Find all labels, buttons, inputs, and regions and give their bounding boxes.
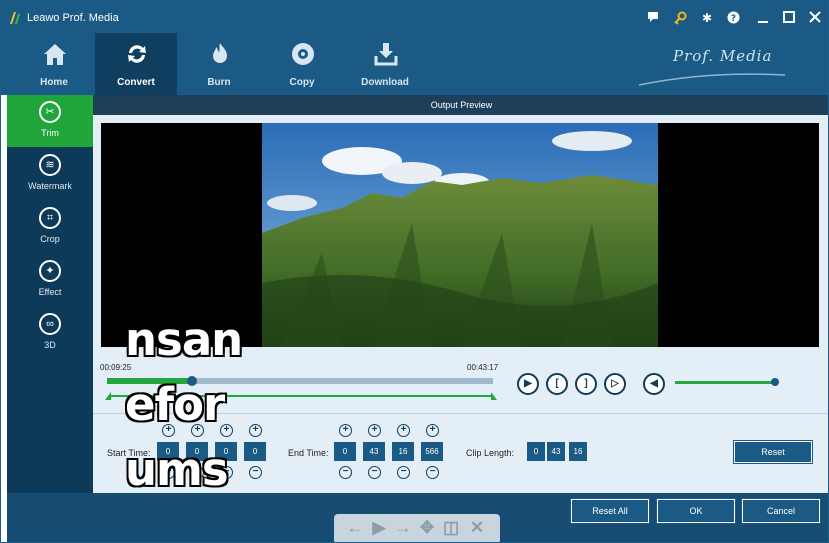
nav-download[interactable]: Download [344, 33, 426, 95]
volume-slider[interactable] [675, 381, 775, 384]
nav-burn[interactable]: Burn [178, 33, 260, 95]
clip-sec-value: 16 [569, 442, 587, 461]
title-bar: Leawo Prof. Media ✱ ? [1, 1, 828, 33]
clip-hour-value: 0 [527, 442, 545, 461]
window-title: Leawo Prof. Media [27, 12, 119, 24]
overlay-text-1: nsan [124, 313, 244, 366]
arrow-left-icon[interactable]: ← [346, 519, 364, 537]
nav-label: Burn [207, 77, 231, 88]
home-icon [44, 44, 66, 65]
video-frame [262, 123, 658, 347]
sidebar-item-label: Trim [41, 128, 59, 138]
mark-in-button[interactable]: [ [546, 373, 568, 395]
start-ms-field[interactable]: 0 [244, 442, 266, 461]
nav-label: Copy [289, 77, 315, 88]
sidebar-item-watermark[interactable]: ≋ Watermark [7, 148, 93, 200]
minimize-icon[interactable] [755, 11, 771, 27]
overlay-text-2: efor [124, 378, 226, 431]
end-min-field[interactable]: 43 [363, 442, 385, 461]
end-hour-minus-button[interactable]: − [339, 466, 352, 479]
watermark-icon: ≋ [39, 154, 61, 176]
preview-header: Output Preview [93, 95, 828, 115]
end-min-minus-button[interactable]: − [368, 466, 381, 479]
end-ms-minus-button[interactable]: − [426, 466, 439, 479]
brand-logo-text: Prof. Media [673, 47, 773, 65]
reset-button[interactable]: Reset [733, 440, 813, 464]
nav-copy[interactable]: Copy [261, 33, 343, 95]
app-window: Leawo Prof. Media ✱ ? Home Convert Burn … [0, 0, 829, 543]
overlay-text-3: ums [124, 443, 230, 496]
convert-icon [128, 45, 146, 63]
sidebar-item-label: Crop [40, 234, 60, 244]
ok-button[interactable]: OK [656, 498, 736, 524]
close-icon[interactable] [807, 11, 823, 27]
mark-out-button[interactable]: ] [575, 373, 597, 395]
svg-text:?: ? [730, 14, 735, 24]
edit-sidebar: ✂ Trim ≋ Watermark ⌗ Crop ✦ Effect ∞ 3D [7, 95, 93, 493]
end-ms-field[interactable]: 566 [421, 442, 443, 461]
reset-all-button[interactable]: Reset All [570, 498, 650, 524]
volume-handle[interactable] [771, 378, 779, 386]
play-arrow-icon[interactable]: ▶ [370, 519, 388, 537]
scissors-icon: ✂ [39, 101, 61, 123]
sidebar-item-3d[interactable]: ∞ 3D [7, 307, 93, 359]
copy-icon [292, 43, 314, 65]
end-hour-plus-button[interactable]: + [339, 424, 352, 437]
nav-label: Convert [117, 77, 155, 88]
end-sec-minus-button[interactable]: − [397, 466, 410, 479]
sidebar-item-label: Effect [38, 287, 62, 297]
gear-icon[interactable]: ✱ [699, 11, 715, 27]
start-ms-minus-button[interactable]: − [249, 466, 262, 479]
trim-content: Output Preview 00:09:25 00:43:17 ▶ [] ▷… [93, 95, 828, 493]
end-ms-plus-button[interactable]: + [426, 424, 439, 437]
move-icon[interactable]: ✥ [418, 519, 436, 537]
crop-icon: ⌗ [39, 207, 61, 229]
nav-convert[interactable]: Convert [95, 33, 177, 95]
floating-edit-toolbar: ← ▶ → ✥ ◫ ✕ [334, 514, 500, 542]
next-frame-button[interactable]: ▷ [604, 373, 626, 395]
nav-label: Download [361, 77, 409, 88]
effect-icon: ✦ [39, 260, 61, 282]
sidebar-item-label: Watermark [28, 181, 72, 191]
nav-label: Home [40, 77, 68, 88]
end-time-label: End Time: [288, 448, 329, 458]
sidebar-item-effect[interactable]: ✦ Effect [7, 254, 93, 306]
play-button[interactable]: ▶ [517, 373, 539, 395]
crop-tool-icon[interactable]: ◫ [442, 519, 460, 537]
maximize-icon[interactable] [781, 11, 797, 27]
sidebar-item-trim[interactable]: ✂ Trim [7, 95, 93, 147]
arrow-right-icon[interactable]: → [394, 519, 412, 537]
brand-swoosh [638, 73, 786, 86]
end-hour-field[interactable]: 0 [334, 442, 356, 461]
help-icon[interactable]: ? [725, 11, 741, 27]
volume-icon[interactable]: ◀ [643, 373, 665, 395]
time-end: 00:43:17 [467, 363, 499, 372]
key-icon[interactable] [672, 11, 688, 27]
clip-min-value: 43 [547, 442, 565, 461]
main-nav: Home Convert Burn Copy Download Prof. Me… [1, 33, 828, 95]
burn-icon [213, 43, 227, 63]
3d-glasses-icon: ∞ [39, 313, 61, 335]
nav-home[interactable]: Home [13, 33, 95, 95]
end-min-plus-button[interactable]: + [368, 424, 381, 437]
end-sec-plus-button[interactable]: + [397, 424, 410, 437]
close-tool-icon[interactable]: ✕ [468, 519, 486, 537]
end-sec-field[interactable]: 16 [392, 442, 414, 461]
download-icon [374, 43, 398, 66]
clip-length-label: Clip Length: [466, 448, 515, 458]
start-ms-plus-button[interactable]: + [249, 424, 262, 437]
sidebar-item-crop[interactable]: ⌗ Crop [7, 201, 93, 253]
chat-icon[interactable] [645, 11, 661, 27]
sidebar-item-label: 3D [44, 340, 56, 350]
app-logo-icon [10, 12, 20, 24]
cancel-button[interactable]: Cancel [741, 498, 821, 524]
